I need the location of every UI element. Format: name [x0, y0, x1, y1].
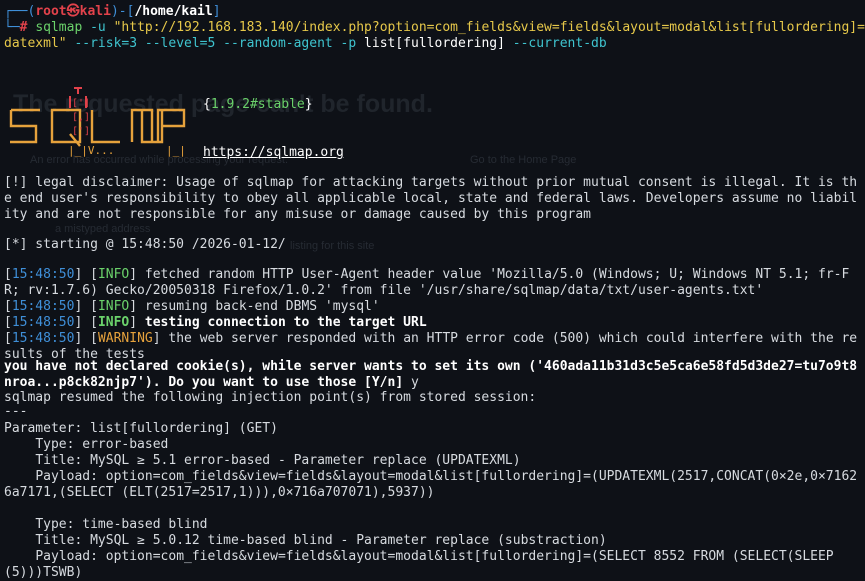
version-text: 1.9.2#stable — [210, 97, 305, 112]
starting-line: [*] starting @ 15:48:50 /2026-01-12/ — [4, 237, 286, 252]
log-line: [15:48:50] [INFO] testing connection to … — [4, 315, 427, 330]
injection-payload: Payload: option=com_fields&view=fields&l… — [4, 549, 834, 580]
command-program: sqlmap — [35, 20, 83, 35]
prompt-user: root — [35, 4, 67, 19]
ghost-home-link: Go to the Home Page — [470, 154, 577, 166]
log-list: [15:48:50] [INFO] fetched random HTTP Us… — [4, 267, 861, 363]
command-args-3: --current-db — [504, 36, 607, 51]
ghost-bullet: a mistyped address — [55, 223, 151, 235]
sqlmap-site-link[interactable]: https://sqlmap.org — [203, 145, 344, 160]
prompt-path: /home/kail — [134, 4, 213, 19]
log-time: 15:48:50 — [11, 299, 75, 314]
svg-text:[,]: [,] — [72, 112, 90, 123]
log-level: WARNING — [97, 331, 153, 346]
log-level: INFO — [97, 299, 130, 314]
injection-title: Title: MySQL ≥ 5.0.12 time-based blind -… — [4, 533, 607, 548]
injection-point: Type: time-based blind Title: MySQL ≥ 5.… — [4, 517, 861, 581]
svg-text:|_|: |_| — [166, 144, 186, 157]
log-time: 15:48:50 — [11, 267, 75, 282]
parameter-line: Parameter: list[fullordering] (GET) — [4, 421, 278, 436]
injection-point: Type: error-based Title: MySQL ≥ 5.1 err… — [4, 437, 861, 501]
prompt-hash: # — [19, 20, 28, 35]
log-level: INFO — [97, 315, 130, 330]
command-url-cont: datexml" — [4, 36, 67, 51]
cookie-prompt: you have not declared cookie(s), while s… — [4, 359, 861, 391]
sqlmap-version: {1.9.2#stable} — [203, 97, 313, 112]
injection-list: Type: error-based Title: MySQL ≥ 5.1 err… — [4, 437, 861, 581]
injection-payload: Payload: option=com_fields&view=fields&l… — [4, 469, 858, 500]
log-time: 15:48:50 — [11, 315, 75, 330]
log-message: resuming back-end DBMS 'mysql' — [137, 299, 380, 314]
logo-mark: ['] — [72, 98, 90, 109]
injection-type: Type: error-based — [4, 437, 169, 452]
log-line: [15:48:50] [INFO] resuming back-end DBMS… — [4, 299, 380, 314]
log-level: INFO — [97, 267, 130, 282]
injection-title: Title: MySQL ≥ 5.1 error-based - Paramet… — [4, 453, 521, 468]
command-args: -u — [82, 20, 114, 35]
legal-disclaimer: [!] legal disclaimer: Usage of sqlmap fo… — [4, 175, 858, 222]
command-param: list[fullordering] — [364, 36, 505, 51]
svg-text:|_|V...: |_|V... — [68, 144, 114, 157]
command-line-cont: datexml" --risk=3 --level=5 --random-age… — [4, 36, 861, 52]
svg-text:[']: ['] — [72, 126, 90, 137]
command-url: "http://192.168.183.140/index.php?option… — [113, 20, 865, 35]
command-line[interactable]: └─# sqlmap -u "http://192.168.183.140/in… — [4, 20, 865, 36]
prompt-at: ㉿ — [66, 4, 80, 19]
log-message: testing connection to the target URL — [137, 315, 427, 330]
cookie-question: you have not declared cookie(s), while s… — [4, 359, 858, 390]
prompt-host: kali — [79, 4, 111, 19]
log-line: [15:48:50] [INFO] fetched random HTTP Us… — [4, 267, 850, 298]
terminal: ┌──(root㉿kali)-[/home/kail] └─# sqlmap -… — [4, 4, 865, 52]
sqlmap-logo: ['] [,] ['] |_|V... |_| — [9, 87, 186, 157]
separator: --- — [4, 404, 28, 419]
prompt-line: ┌──(root㉿kali)-[/home/kail] — [4, 4, 221, 19]
cookie-answer[interactable]: y — [411, 375, 419, 390]
log-time: 15:48:50 — [11, 331, 75, 346]
command-args-2: --risk=3 --level=5 --random-agent -p — [66, 36, 365, 51]
injection-type: Type: time-based blind — [4, 517, 208, 532]
